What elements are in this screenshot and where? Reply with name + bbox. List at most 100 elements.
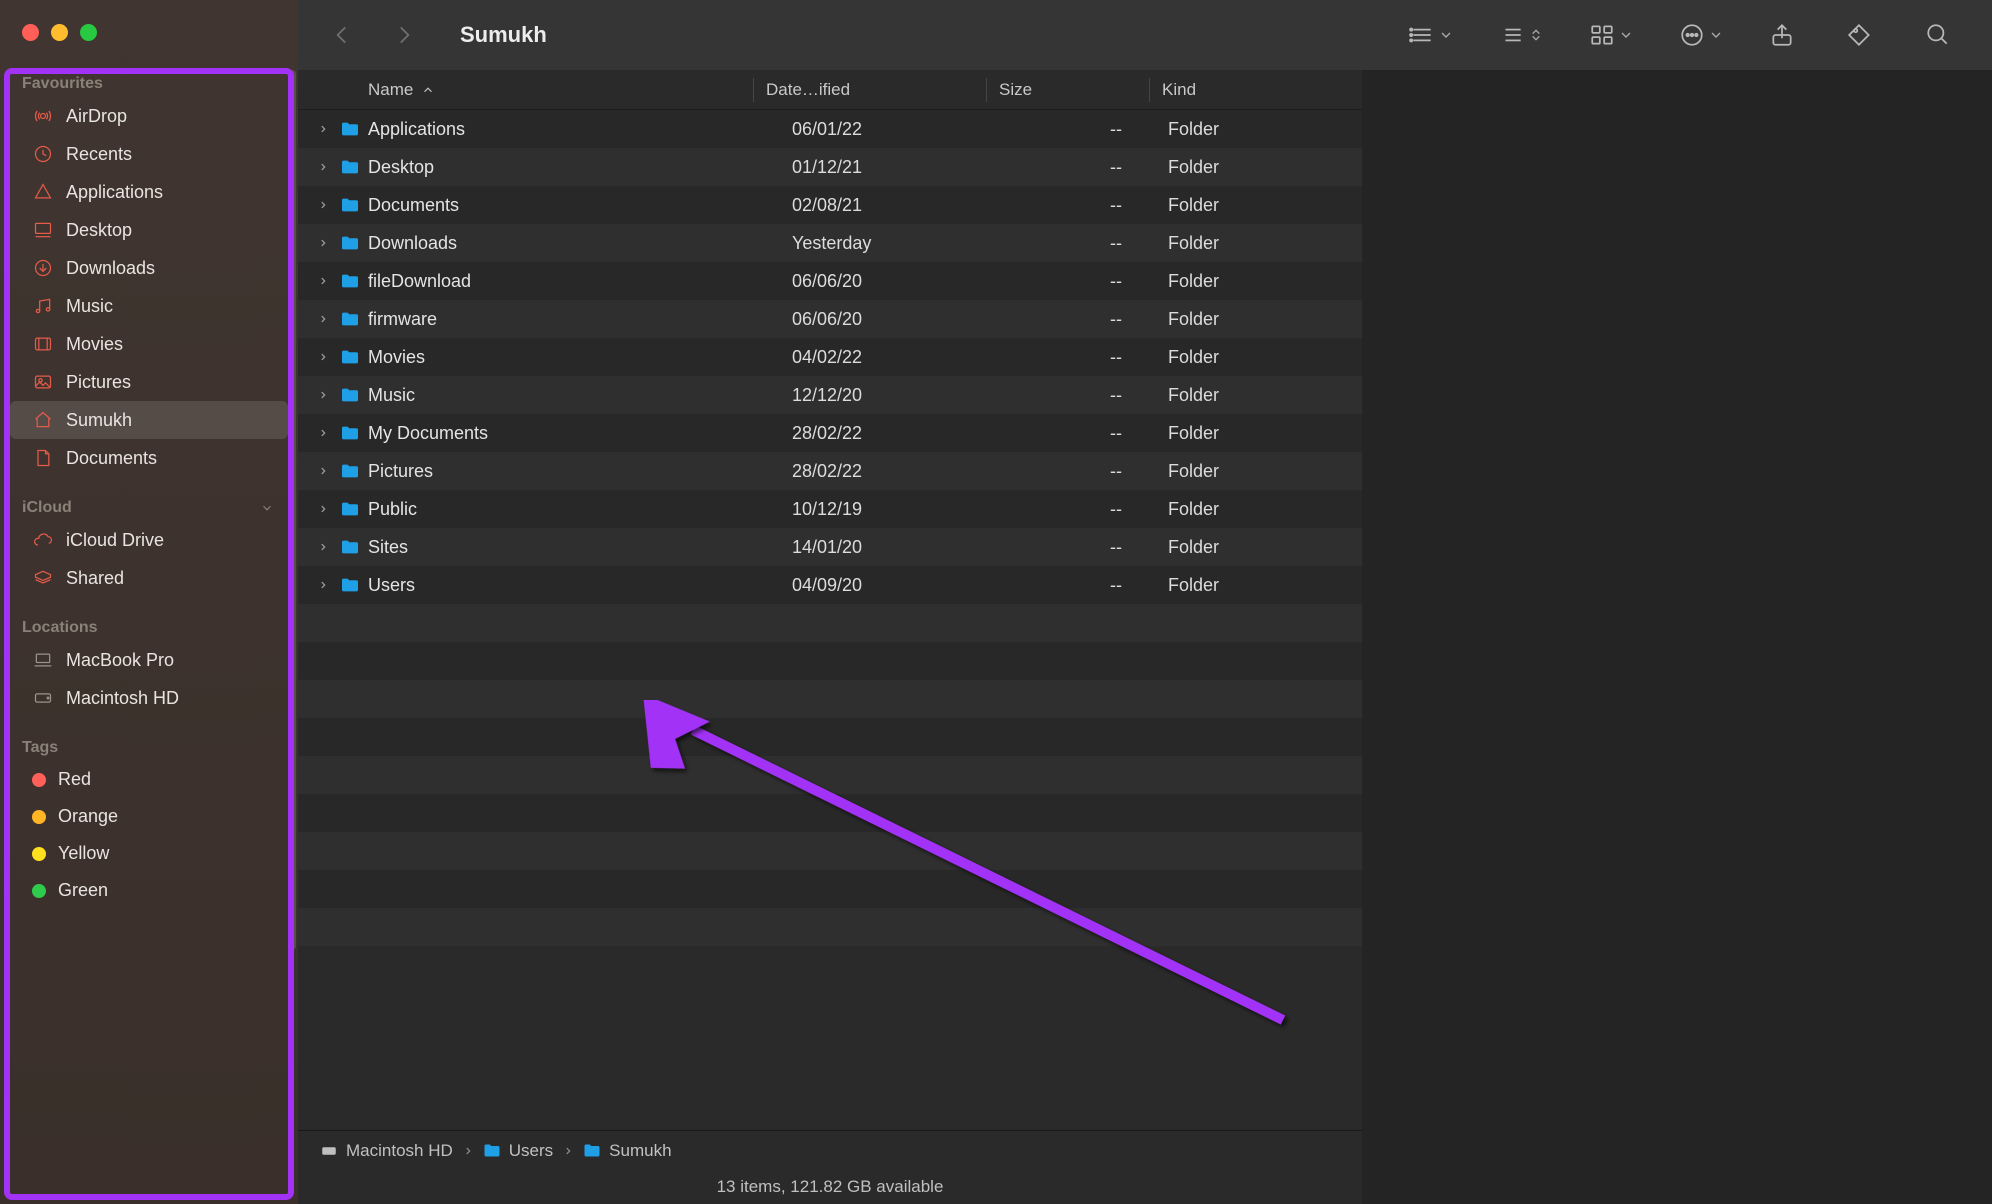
action-menu-icon[interactable] [1672, 15, 1712, 55]
table-row[interactable]: Users04/09/20--Folder [298, 566, 1362, 604]
sidebar-item[interactable]: Macintosh HD [10, 679, 288, 717]
table-row[interactable]: Applications06/01/22--Folder [298, 110, 1362, 148]
minimize-button[interactable] [51, 24, 68, 41]
row-size: -- [1012, 309, 1162, 330]
table-row[interactable]: My Documents28/02/22--Folder [298, 414, 1362, 452]
row-date: Yesterday [792, 233, 1012, 254]
row-name: Music [368, 385, 792, 406]
col-kind[interactable]: Kind [1162, 80, 1362, 100]
sidebar-item[interactable]: Orange [10, 798, 288, 835]
sidebar-item[interactable]: Sumukh [10, 401, 288, 439]
row-size: -- [1012, 271, 1162, 292]
disclosure-icon[interactable] [318, 580, 340, 590]
sidebar-section-header[interactable]: Favourites [0, 71, 298, 97]
sidebar-item[interactable]: Pictures [10, 363, 288, 401]
chevron-down-icon[interactable] [260, 501, 274, 515]
table-row[interactable]: Documents02/08/21--Folder [298, 186, 1362, 224]
table-row[interactable]: Music12/12/20--Folder [298, 376, 1362, 414]
sidebar-item-label: AirDrop [66, 106, 127, 127]
table-row[interactable]: Movies04/02/22--Folder [298, 338, 1362, 376]
forward-button[interactable] [384, 15, 424, 55]
sidebar-item[interactable]: Music [10, 287, 288, 325]
sidebar-item[interactable]: Yellow [10, 835, 288, 872]
sidebar-item-label: Pictures [66, 372, 131, 393]
sidebar: Favourites AirDrop Recents Applications Desk… [0, 0, 298, 1204]
path-segment[interactable]: Users [483, 1141, 553, 1161]
row-kind: Folder [1162, 385, 1362, 406]
disclosure-icon[interactable] [318, 162, 340, 172]
pictures-icon [32, 371, 54, 393]
col-date[interactable]: Date…ified [766, 80, 986, 100]
desktop-icon [32, 219, 54, 241]
disclosure-icon[interactable] [318, 428, 340, 438]
disclosure-icon[interactable] [318, 124, 340, 134]
row-name: firmware [368, 309, 792, 330]
col-size[interactable]: Size [999, 80, 1149, 100]
sidebar-section-header[interactable]: Tags [0, 735, 298, 761]
row-date: 28/02/22 [792, 461, 1012, 482]
disclosure-icon[interactable] [318, 504, 340, 514]
table-row[interactable]: Public10/12/19--Folder [298, 490, 1362, 528]
sidebar-item[interactable]: Shared [10, 559, 288, 597]
path-segment[interactable]: Sumukh [583, 1141, 671, 1161]
table-row[interactable]: Desktop01/12/21--Folder [298, 148, 1362, 186]
sidebar-item[interactable]: MacBook Pro [10, 641, 288, 679]
cloud-icon [32, 529, 54, 551]
row-kind: Folder [1162, 461, 1362, 482]
maximize-button[interactable] [80, 24, 97, 41]
sidebar-item[interactable]: Documents [10, 439, 288, 477]
sidebar-item[interactable]: Green [10, 872, 288, 909]
disclosure-icon[interactable] [318, 238, 340, 248]
disclosure-icon[interactable] [318, 352, 340, 362]
sidebar-item[interactable]: iCloud Drive [10, 521, 288, 559]
folder-icon [340, 577, 368, 593]
view-compact-icon[interactable] [1402, 15, 1442, 55]
sidebar-item[interactable]: Red [10, 761, 288, 798]
table-row[interactable]: DownloadsYesterday--Folder [298, 224, 1362, 262]
sidebar-item[interactable]: AirDrop [10, 97, 288, 135]
sidebar-item[interactable]: Recents [10, 135, 288, 173]
table-row[interactable]: firmware06/06/20--Folder [298, 300, 1362, 338]
window-title: Sumukh [460, 22, 547, 48]
view-list-icon[interactable] [1492, 15, 1532, 55]
hdd-icon [320, 1142, 338, 1160]
disclosure-icon[interactable] [318, 390, 340, 400]
chevron-down-icon [1708, 27, 1724, 43]
disclosure-icon[interactable] [318, 276, 340, 286]
sidebar-item[interactable]: Movies [10, 325, 288, 363]
table-row[interactable]: Sites14/01/20--Folder [298, 528, 1362, 566]
sidebar-item-label: Sumukh [66, 410, 132, 431]
disclosure-icon[interactable] [318, 200, 340, 210]
tag-icon[interactable] [1840, 15, 1880, 55]
table-row-empty [298, 832, 1362, 870]
col-name[interactable]: Name [368, 80, 413, 100]
sidebar-item-label: Applications [66, 182, 163, 203]
sidebar-scrollbar[interactable] [286, 70, 298, 1194]
row-date: 06/01/22 [792, 119, 1012, 140]
disclosure-icon[interactable] [318, 466, 340, 476]
sidebar-section-header[interactable]: iCloud [0, 495, 298, 521]
sidebar-item[interactable]: Applications [10, 173, 288, 211]
group-icon[interactable] [1582, 15, 1622, 55]
search-icon[interactable] [1918, 15, 1958, 55]
close-button[interactable] [22, 24, 39, 41]
sidebar-item[interactable]: Downloads [10, 249, 288, 287]
download-icon [32, 257, 54, 279]
table-row-empty [298, 718, 1362, 756]
path-segment[interactable]: Macintosh HD [320, 1141, 453, 1161]
table-row[interactable]: Pictures28/02/22--Folder [298, 452, 1362, 490]
sort-toggle-icon[interactable] [1528, 27, 1544, 43]
table-row-empty [298, 642, 1362, 680]
sidebar-section-header[interactable]: Locations [0, 615, 298, 641]
table-row-empty [298, 604, 1362, 642]
back-button[interactable] [322, 15, 362, 55]
disclosure-icon[interactable] [318, 314, 340, 324]
share-icon[interactable] [1762, 15, 1802, 55]
sidebar-item[interactable]: Desktop [10, 211, 288, 249]
disclosure-icon[interactable] [318, 542, 340, 552]
row-size: -- [1012, 499, 1162, 520]
sidebar-item-label: Orange [58, 806, 118, 827]
table-row-empty [298, 680, 1362, 718]
row-kind: Folder [1162, 271, 1362, 292]
table-row[interactable]: fileDownload06/06/20--Folder [298, 262, 1362, 300]
